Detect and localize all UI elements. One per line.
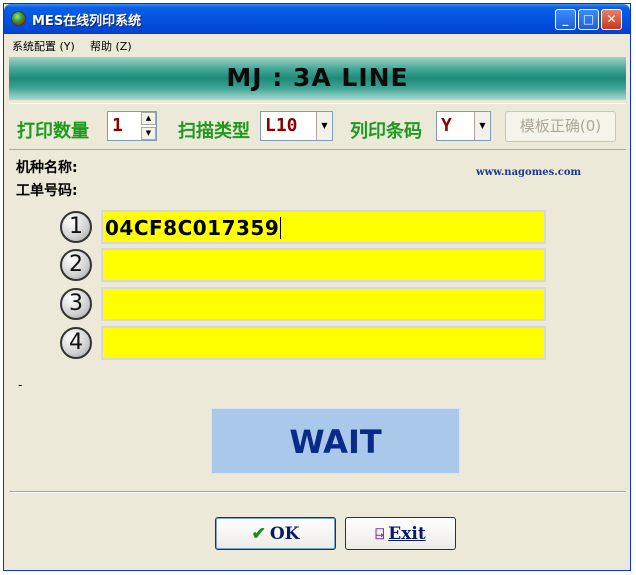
divider bbox=[9, 491, 626, 493]
checkmark-icon: ✔ bbox=[251, 524, 266, 544]
status-dash: - bbox=[18, 378, 23, 392]
chevron-down-icon[interactable]: ▼ bbox=[474, 112, 490, 140]
template-correct-button[interactable]: 模板正确(0) bbox=[505, 111, 616, 142]
scan-type-label: 扫描类型 bbox=[178, 121, 250, 142]
status-panel: WAIT bbox=[211, 408, 460, 474]
exit-door-icon: ⍈ bbox=[375, 525, 385, 543]
exit-button-label: Exit bbox=[388, 524, 426, 544]
chevron-down-icon[interactable]: ▼ bbox=[316, 112, 332, 140]
ok-button-label: OK bbox=[269, 524, 300, 544]
website-link: www.nagomes.com bbox=[476, 167, 582, 178]
barcode-value-1: 04CF8C017359 bbox=[105, 216, 282, 240]
window-title: MES在线列印系统 bbox=[32, 14, 142, 29]
work-order-label: 工单号码: bbox=[16, 183, 78, 199]
barcode-field-4[interactable] bbox=[101, 326, 546, 360]
exit-button[interactable]: ⍈ Exit bbox=[345, 517, 456, 550]
scan-type-value: L10 bbox=[265, 115, 298, 136]
ok-button[interactable]: ✔ OK bbox=[215, 517, 336, 550]
title-bar[interactable]: MES在线列印系统 _ □ ✕ bbox=[4, 4, 630, 34]
menu-bar: 系统配置 (Y) 帮助 (Z) bbox=[4, 35, 630, 54]
minimize-icon[interactable]: _ bbox=[555, 9, 576, 30]
scan-type-select[interactable]: L10 ▼ bbox=[260, 111, 333, 141]
barcode-field-1[interactable]: 04CF8C017359 bbox=[101, 210, 546, 244]
stepper-up-icon[interactable]: ▲ bbox=[141, 112, 156, 125]
field-number-3: 3 bbox=[60, 288, 92, 320]
header-band: MJ : 3A LINE bbox=[9, 57, 626, 100]
print-barcode-select[interactable]: Y ▼ bbox=[436, 111, 491, 141]
app-icon bbox=[11, 11, 26, 26]
print-qty-stepper[interactable]: 1 ▲ ▼ bbox=[107, 111, 157, 141]
field-number-4: 4 bbox=[60, 327, 92, 359]
app-window: MES在线列印系统 _ □ ✕ 系统配置 (Y) 帮助 (Z) MJ : 3A … bbox=[3, 3, 631, 571]
print-qty-label: 打印数量 bbox=[17, 121, 89, 142]
menu-system-config[interactable]: 系统配置 (Y) bbox=[12, 38, 75, 54]
print-qty-value: 1 bbox=[112, 115, 123, 136]
field-number-1: 1 bbox=[60, 211, 92, 243]
text-caret bbox=[280, 217, 282, 239]
model-name-label: 机种名称: bbox=[16, 160, 78, 176]
print-barcode-label: 列印条码 bbox=[350, 121, 422, 142]
maximize-icon[interactable]: □ bbox=[578, 9, 599, 30]
barcode-field-3[interactable] bbox=[101, 287, 546, 321]
field-number-2: 2 bbox=[60, 249, 92, 281]
controls-row: 打印数量 1 ▲ ▼ 扫描类型 L10 ▼ 列印条码 Y ▼ 模板正确(0) bbox=[9, 103, 626, 150]
print-barcode-value: Y bbox=[441, 115, 452, 136]
menu-help[interactable]: 帮助 (Z) bbox=[90, 38, 132, 54]
wait-status-text: WAIT bbox=[289, 423, 382, 461]
stepper-down-icon[interactable]: ▼ bbox=[141, 127, 156, 140]
line-title: MJ : 3A LINE bbox=[226, 63, 409, 92]
close-icon[interactable]: ✕ bbox=[601, 9, 622, 30]
barcode-field-2[interactable] bbox=[101, 248, 546, 282]
